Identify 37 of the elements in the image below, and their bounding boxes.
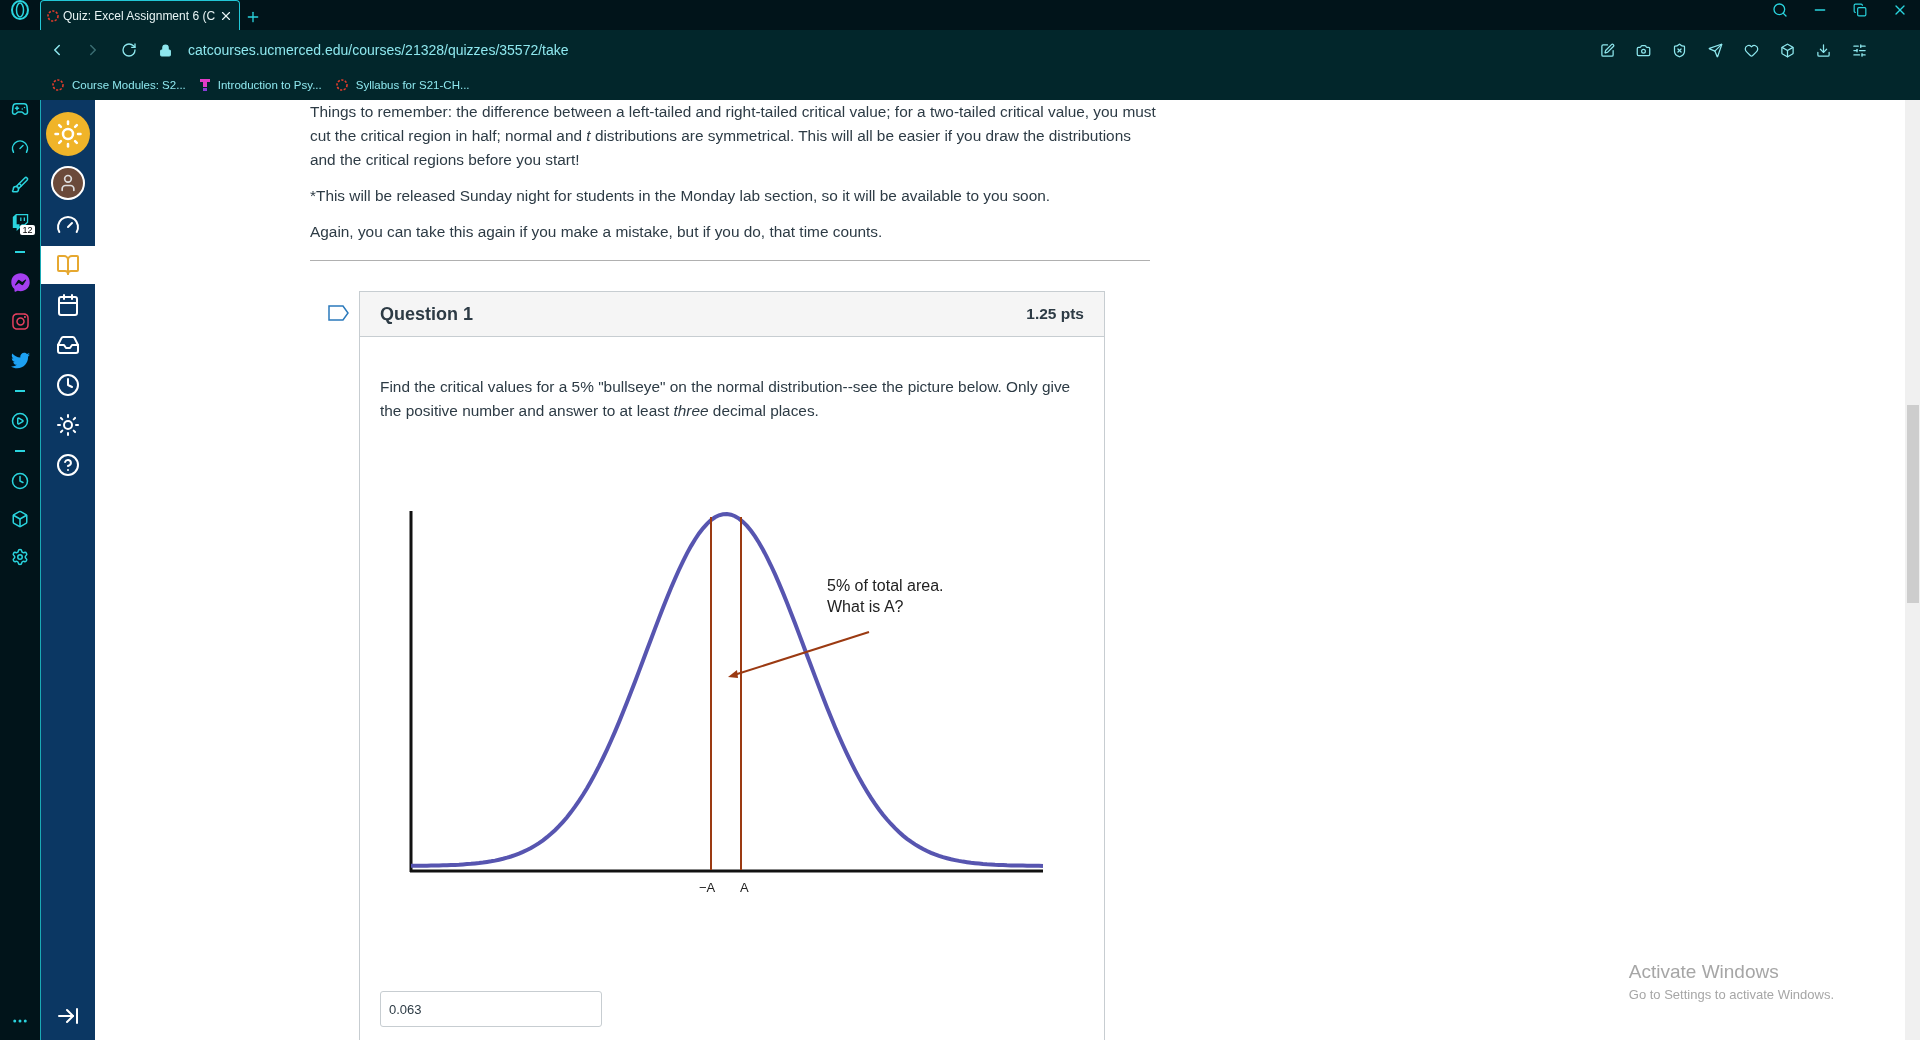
- activation-title: Activate Windows: [1628, 961, 1780, 983]
- calendar-icon: [56, 293, 80, 317]
- gamepad-icon[interactable]: [11, 100, 29, 118]
- bookmark-link[interactable]: Syllabus for S21-CH...: [335, 79, 470, 91]
- inbox-icon: [56, 333, 80, 357]
- settings-icon[interactable]: [11, 548, 29, 566]
- clock-icon: [56, 373, 80, 397]
- clock-icon[interactable]: [11, 472, 29, 490]
- avatar-icon[interactable]: [51, 166, 85, 200]
- gauge-icon[interactable]: [11, 138, 29, 156]
- bookmark-link[interactable]: Course Modules: S2...: [52, 79, 186, 91]
- intro-paragraph: Things to remember: the difference between a left-tailed and right-tailed critical value; for a two-tailed critical value, you must cut the critical region in half; normal and t distributions are symmetrical. This will all be easier if you draw the distributions and the critical regions before you start!: [310, 102, 1157, 170]
- question-text: Find the critical values for a 5% "bullseye" on the normal distribution--see the picture below. Only give the positive number and answer to at least three decimal places.: [380, 377, 1072, 421]
- activation-subtitle: Go to Settings to activate Windows.: [1628, 987, 1834, 1002]
- scrollbar-thumb[interactable]: [1906, 405, 1919, 603]
- flag-icon[interactable]: [328, 305, 350, 321]
- twitter-icon[interactable]: [10, 351, 30, 370]
- callout-text: What is A?: [827, 598, 904, 615]
- axis-label: A: [740, 880, 749, 895]
- intro-paragraph: *This will be released Sunday night for students in the Monday lab section, so it will be available to you soon.: [310, 186, 1052, 206]
- intro-paragraph: Again, you can take this again if you make a mistake, but if you do, that time counts.: [310, 222, 884, 242]
- browser-tab[interactable]: Quiz: Excel Assignment 6 (C: [40, 0, 241, 30]
- instagram-icon[interactable]: [10, 312, 30, 331]
- bookmark-link[interactable]: Introduction to Psy...: [199, 79, 322, 91]
- messenger-icon[interactable]: [10, 273, 30, 292]
- help-icon: [56, 453, 80, 477]
- book-icon: [56, 253, 80, 277]
- answer-field[interactable]: 0.063: [380, 991, 602, 1027]
- axis-label: −A: [699, 880, 716, 895]
- callout-text: 5% of total area.: [827, 577, 944, 594]
- notification-badge: 12: [20, 225, 35, 235]
- points-label: 1.25 pts: [1026, 305, 1084, 323]
- question-title: Question 1: [380, 303, 473, 325]
- cube-icon[interactable]: [11, 510, 29, 528]
- play-icon[interactable]: [11, 412, 29, 430]
- tophat-logo-icon: [199, 79, 210, 91]
- brush-icon[interactable]: [11, 176, 29, 194]
